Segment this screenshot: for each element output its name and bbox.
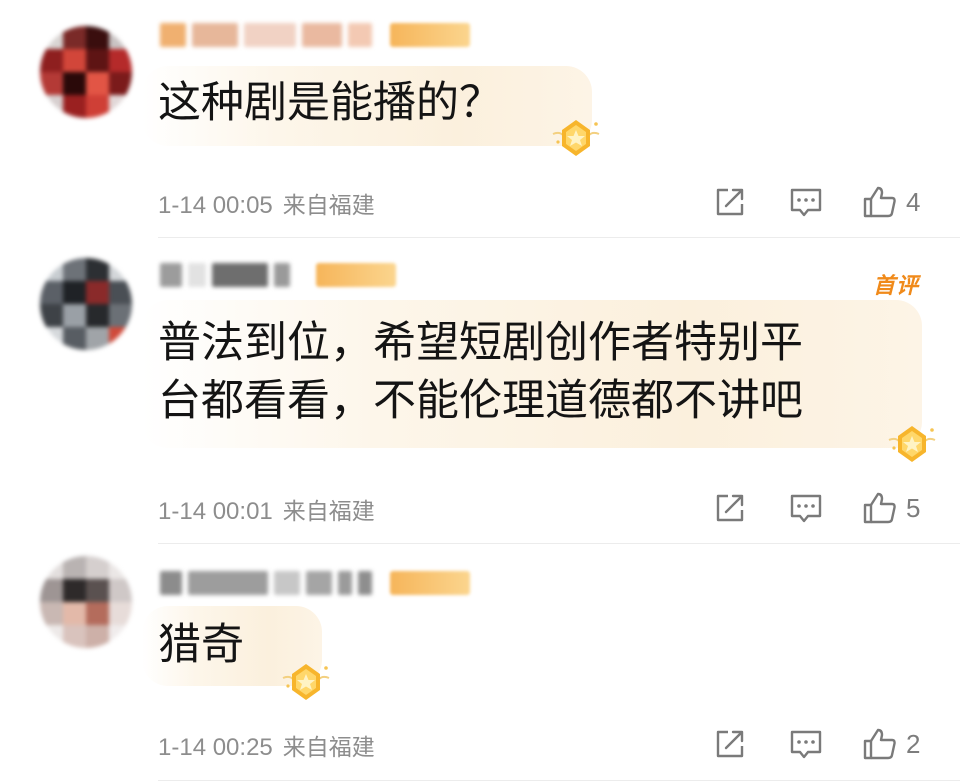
share-icon[interactable] xyxy=(712,726,748,762)
comment-item: 猎奇 1-14 00:25 来自福建 2 xyxy=(0,544,960,782)
comment-time: 1-14 00:25 xyxy=(158,734,273,761)
medal-icon xyxy=(552,120,600,156)
comment-text: 这种剧是能播的？ xyxy=(158,78,502,128)
thumbs-up-icon[interactable] xyxy=(862,490,898,526)
comment-meta: 1-14 00:01 来自福建 xyxy=(158,492,375,526)
comment-location: 来自福建 xyxy=(282,193,375,219)
comment-meta: 1-14 00:05 来自福建 xyxy=(158,186,375,220)
like-count: 2 xyxy=(906,728,921,759)
comment-actions: 4 xyxy=(712,182,920,222)
reply-icon[interactable] xyxy=(788,726,824,762)
username-blurred[interactable] xyxy=(160,570,470,596)
comment-text: 猎奇 xyxy=(158,620,244,670)
user-level-badge xyxy=(390,23,470,47)
user-level-badge xyxy=(316,263,396,287)
reply-icon[interactable] xyxy=(788,184,824,220)
avatar[interactable] xyxy=(40,556,132,648)
medal-icon xyxy=(282,664,330,700)
first-comment-badge: 首评 xyxy=(873,274,920,299)
avatar[interactable] xyxy=(40,26,132,118)
avatar[interactable] xyxy=(40,258,132,350)
thumbs-up-icon[interactable] xyxy=(862,726,898,762)
comment-location: 来自福建 xyxy=(282,499,375,525)
username-blurred[interactable] xyxy=(160,22,470,48)
divider xyxy=(158,780,960,781)
comment-actions: 2 xyxy=(712,724,920,764)
comment-item: 首评 普法到位，希望短剧创作者特别平 台都看看，不能伦理道德都不讲吧 1-14 … xyxy=(0,238,960,544)
username-blurred[interactable] xyxy=(160,262,396,288)
comment-time: 1-14 00:01 xyxy=(158,498,273,525)
share-icon[interactable] xyxy=(712,184,748,220)
reply-icon[interactable] xyxy=(788,490,824,526)
like-count: 5 xyxy=(906,492,921,523)
comment-meta: 1-14 00:25 来自福建 xyxy=(158,728,375,762)
comment-actions: 5 xyxy=(712,488,920,528)
comment-location: 来自福建 xyxy=(282,735,375,761)
thumbs-up-icon[interactable] xyxy=(862,184,898,220)
comment-item: 这种剧是能播的？ 1-14 00:05 来自福建 4 xyxy=(0,0,960,238)
medal-icon xyxy=(888,426,936,462)
comment-time: 1-14 00:05 xyxy=(158,192,273,219)
comment-text: 普法到位，希望短剧创作者特别平 台都看看，不能伦理道德都不讲吧 xyxy=(158,318,803,426)
like-count: 4 xyxy=(906,186,921,217)
share-icon[interactable] xyxy=(712,490,748,526)
user-level-badge xyxy=(390,571,470,595)
